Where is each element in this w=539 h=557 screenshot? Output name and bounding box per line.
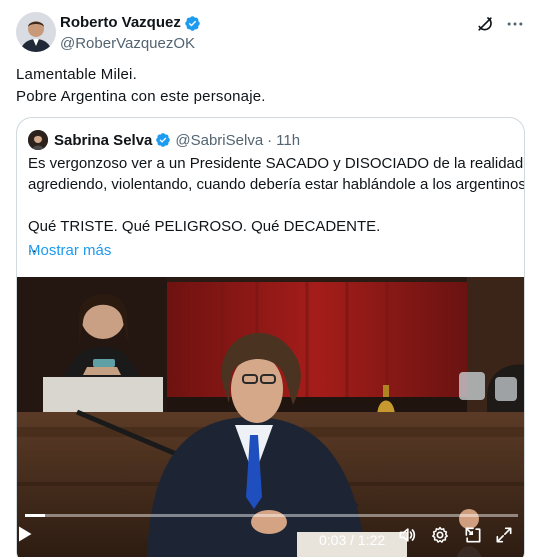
quoted-tweet-header: Sabrina Selva @SabriSelva · 11h	[28, 130, 300, 150]
author-handle[interactable]: @RoberVazquezOK	[60, 34, 201, 54]
quoted-text-line: agrediendo, violentando, cuando debería …	[28, 176, 525, 193]
quoted-timestamp[interactable]: 11h	[276, 132, 300, 149]
quoted-author-name[interactable]: Sabrina Selva	[54, 132, 152, 149]
video-progress-fill	[25, 514, 45, 517]
tweet-card[interactable]: Roberto Vazquez @RoberVazquezOK Lamentab…	[0, 0, 539, 557]
author-avatar[interactable]	[16, 12, 56, 52]
quoted-author-handle[interactable]: @SabriSelva	[175, 132, 263, 149]
more-options-icon[interactable]	[505, 14, 525, 34]
quoted-text-line	[28, 195, 518, 216]
quoted-tweet[interactable]: Sabrina Selva @SabriSelva · 11h Es vergo…	[16, 117, 525, 557]
tweet-text-line: Pobre Argentina con este personaje.	[16, 88, 266, 105]
video-player[interactable]: 0:03 / 1:22	[17, 277, 524, 557]
quoted-author-avatar[interactable]	[28, 130, 48, 150]
quoted-text-line: Es vergonzoso ver a un Presidente SACADO…	[28, 155, 525, 172]
fullscreen-icon[interactable]	[494, 525, 514, 545]
settings-icon[interactable]	[430, 525, 450, 545]
video-controls: 0:03 / 1:22	[17, 525, 524, 555]
author-info: Roberto Vazquez @RoberVazquezOK	[60, 13, 201, 54]
grok-icon[interactable]	[475, 14, 495, 34]
video-time: 0:03 / 1:22	[319, 532, 386, 548]
show-more-link[interactable]: Mostrar más	[28, 242, 111, 259]
volume-icon[interactable]	[397, 525, 417, 545]
tweet-actions	[475, 14, 525, 34]
video-progress-bar[interactable]	[25, 514, 518, 517]
author-name[interactable]: Roberto Vazquez	[60, 13, 181, 33]
play-icon[interactable]	[17, 525, 33, 543]
tweet-text-line: Lamentable Milei.	[16, 66, 137, 83]
tweet-text: Lamentable Milei. Pobre Argentina con es…	[16, 64, 516, 108]
quoted-text-line: Qué TRISTE. Qué PELIGROSO. Qué DECADENTE…	[28, 218, 381, 235]
verified-badge-icon	[185, 15, 200, 31]
picture-in-picture-icon[interactable]	[463, 525, 483, 545]
meta-separator: ·	[267, 131, 273, 149]
verified-badge-icon	[156, 133, 171, 147]
